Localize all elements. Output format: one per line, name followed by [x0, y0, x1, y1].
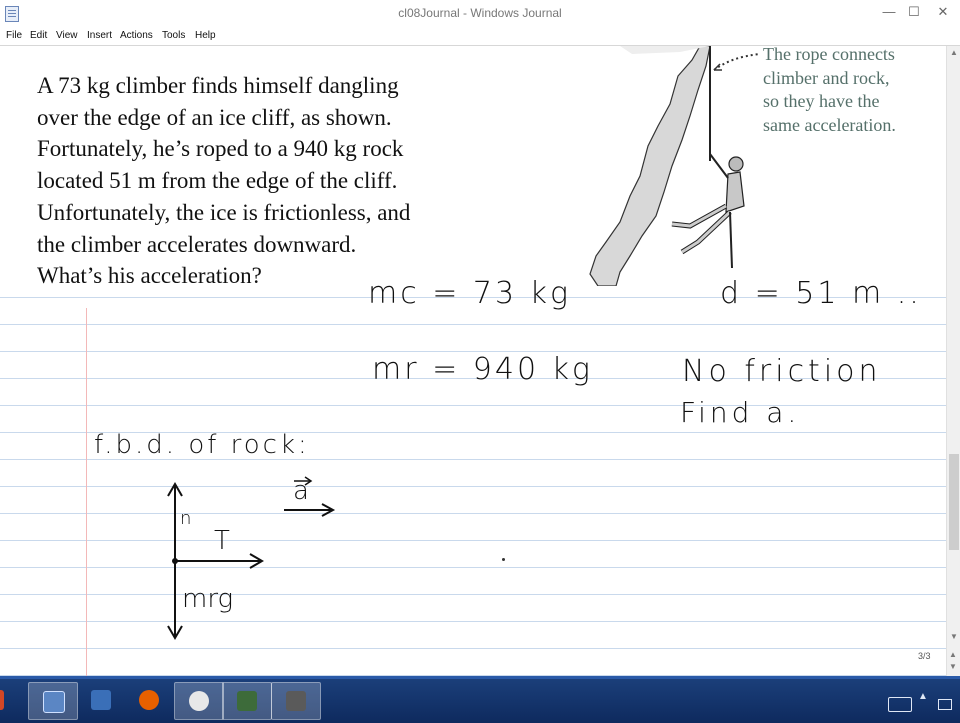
menu-view[interactable]: View [56, 30, 78, 41]
title-bar: cl08Journal - Windows Journal — ☐ ✕ [0, 0, 960, 29]
page-indicator: 3/3 [918, 651, 931, 661]
fbd-title: f.b.d. of rock: [94, 430, 310, 460]
climber-illustration [589, 46, 760, 286]
pen-tool-icon [286, 691, 306, 711]
problem-image: A 73 kg climber finds himself dangling o… [0, 46, 946, 291]
vertical-scrollbar[interactable]: ▲ ▼ ▲ ▼ [946, 46, 960, 676]
menu-file[interactable]: File [6, 30, 22, 41]
menu-insert[interactable]: Insert [87, 30, 112, 41]
firefox-icon [139, 690, 159, 710]
windows-journal-icon [43, 691, 65, 713]
window-title: cl08Journal - Windows Journal [398, 6, 562, 20]
taskbar-camtasia[interactable] [174, 682, 224, 720]
weight-label: mrg [182, 584, 234, 614]
ink-dot [502, 558, 505, 561]
scroll-down-arrow-icon[interactable]: ▼ [950, 632, 958, 641]
journal-page[interactable]: A 73 kg climber finds himself dangling o… [0, 46, 946, 676]
illustration-caption: The rope connects climber and rock, so t… [763, 46, 896, 136]
powerpoint-icon [0, 690, 4, 710]
minimize-button[interactable]: — [875, 2, 903, 22]
mc-note: mc = 73 kg [368, 276, 572, 311]
keyboard-icon[interactable] [888, 697, 912, 712]
scroll-thumb[interactable] [949, 454, 959, 550]
mr-note: mr = 940 kg [372, 352, 593, 387]
tension-label: T [214, 526, 230, 556]
menu-help[interactable]: Help [195, 30, 216, 41]
action-center-icon[interactable]: ▲ [918, 691, 928, 702]
network-icon [91, 690, 111, 710]
normal-force-label: n [180, 508, 192, 529]
close-button[interactable]: ✕ [928, 2, 958, 22]
taskbar-media[interactable] [222, 682, 272, 720]
media-icon [237, 691, 257, 711]
menu-tools[interactable]: Tools [162, 30, 185, 41]
camtasia-icon [189, 691, 209, 711]
find-note: Find a. [680, 396, 801, 429]
taskbar: ▲ [0, 676, 960, 723]
menu-bar: File Edit View Insert Actions Tools Help [0, 28, 960, 46]
taskbar-windows-journal[interactable] [28, 682, 78, 720]
next-page-icon[interactable]: ▼ [949, 662, 957, 671]
acceleration-label: a [293, 476, 309, 506]
distance-note: d = 51 m .. [720, 276, 922, 311]
previous-page-icon[interactable]: ▲ [949, 650, 957, 659]
no-friction-note: No friction [682, 354, 882, 389]
problem-text: A 73 kg climber finds himself dangling o… [37, 73, 411, 289]
menu-edit[interactable]: Edit [30, 30, 47, 41]
taskbar-network[interactable] [77, 682, 125, 718]
taskbar-powerpoint[interactable] [0, 682, 18, 718]
free-body-diagram [167, 476, 336, 640]
scroll-up-arrow-icon[interactable]: ▲ [950, 48, 958, 57]
maximize-button[interactable]: ☐ [900, 2, 928, 22]
margin-line [86, 308, 87, 676]
taskbar-pen-tool[interactable] [271, 682, 321, 720]
menu-actions[interactable]: Actions [120, 30, 153, 41]
monitor-icon[interactable] [938, 699, 952, 710]
taskbar-firefox[interactable] [125, 682, 173, 718]
